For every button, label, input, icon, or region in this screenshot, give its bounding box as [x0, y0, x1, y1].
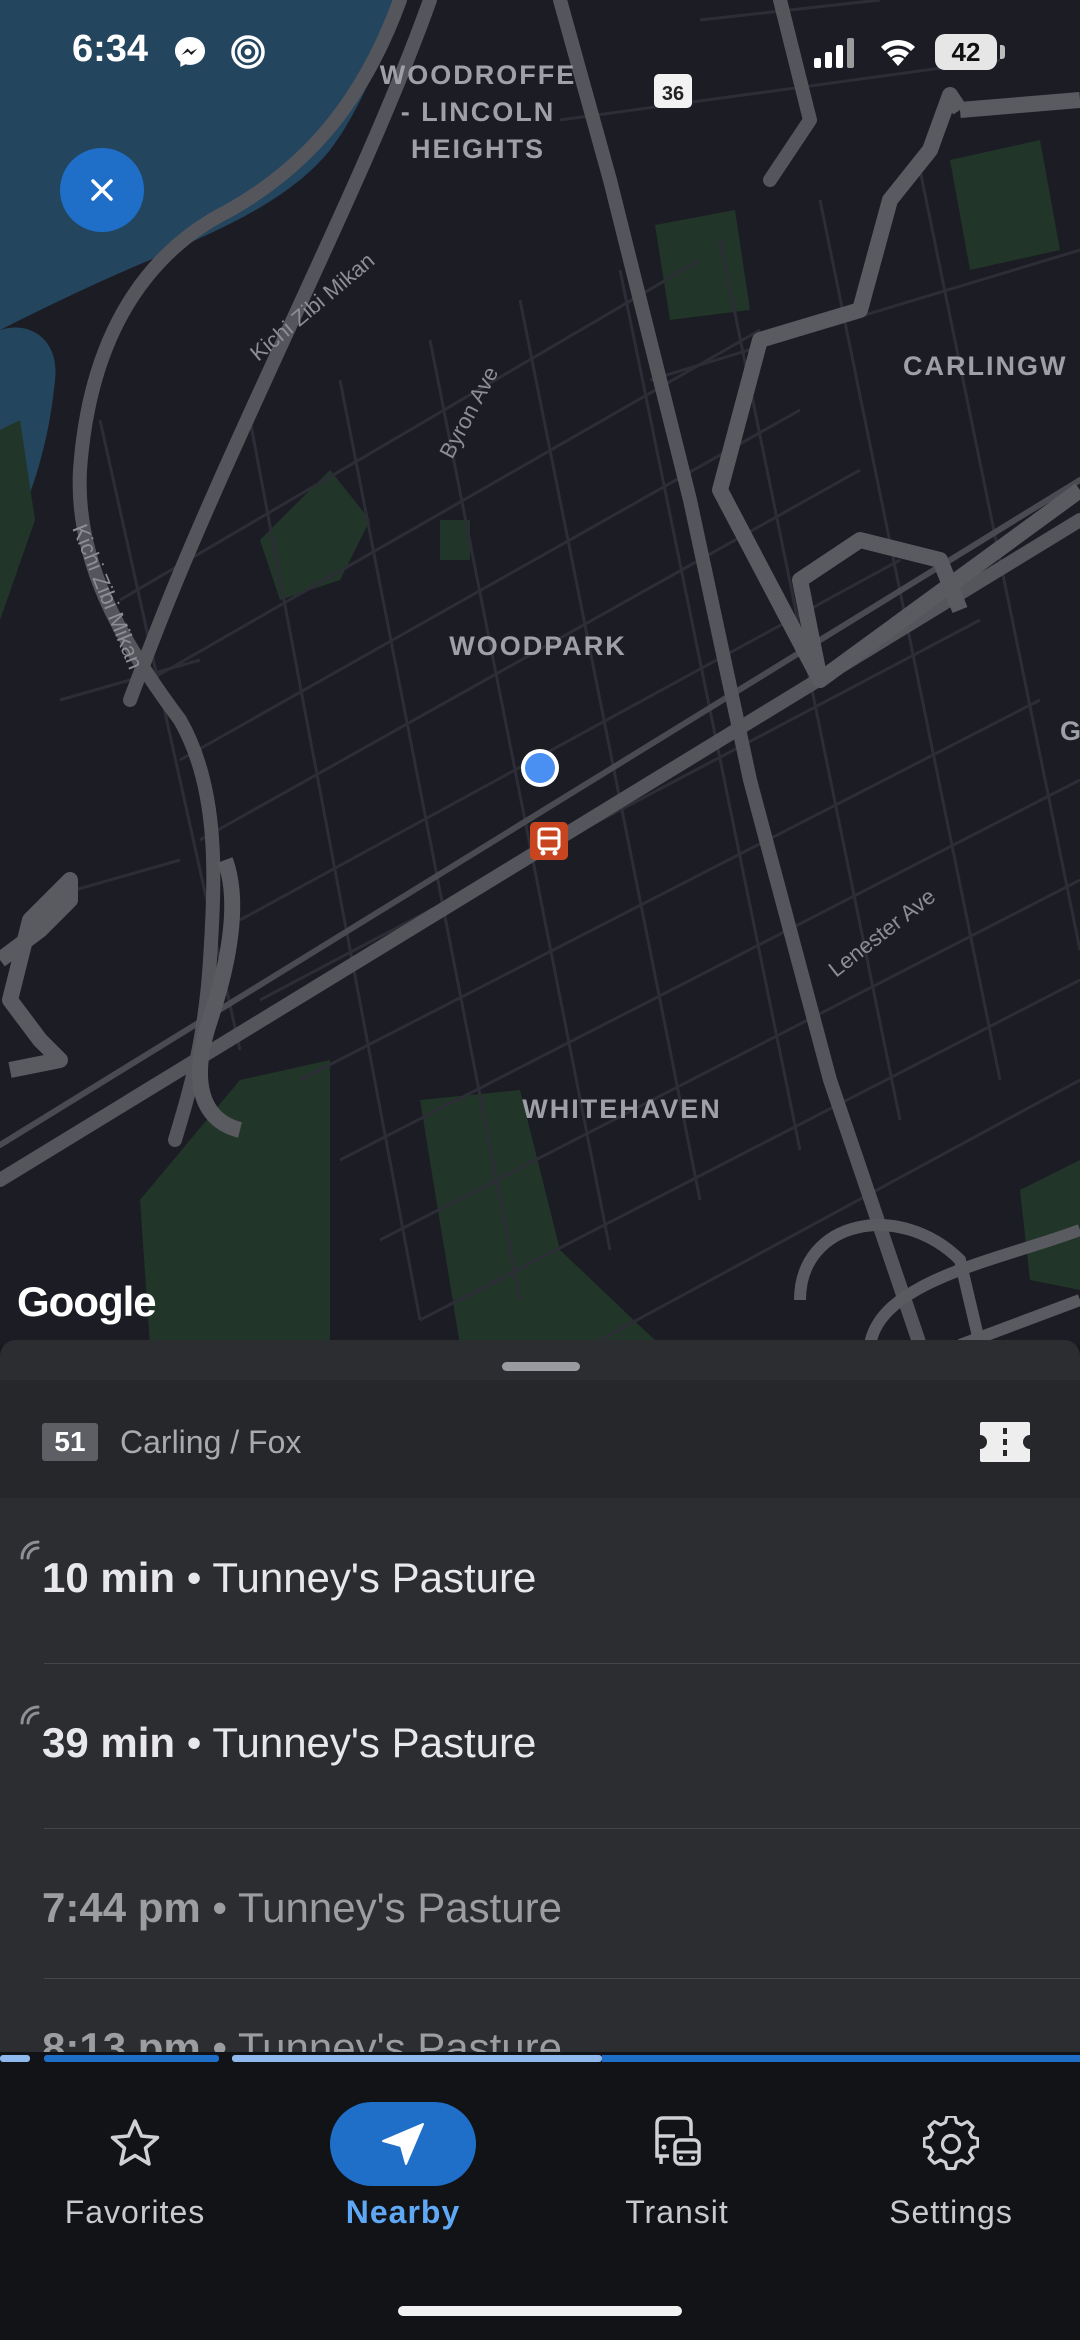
departure-row[interactable]: 7:44 pm • Tunney's Pasture [0, 1828, 1080, 1979]
departure-destination: Tunney's Pasture [212, 1554, 537, 1601]
departure-destination: Tunney's Pasture [212, 1719, 537, 1766]
star-icon [110, 2119, 160, 2166]
realtime-icon [20, 1540, 40, 1560]
navigation-arrow-icon [382, 2123, 424, 2165]
google-attribution: Google [17, 1278, 157, 1325]
messenger-icon [175, 37, 205, 67]
realtime-icon [20, 1705, 40, 1725]
departure-separator: • [186, 1719, 202, 1766]
departure-row[interactable]: 39 min • Tunney's Pasture [0, 1663, 1080, 1829]
tab-label: Favorites [64, 2194, 206, 2230]
map-label-woodpark: WOODPARK [449, 631, 627, 661]
park-area [950, 140, 1060, 270]
map-label-whitehaven: WHITEHAVEN [522, 1094, 722, 1124]
departure-time: 7:44 pm [42, 1884, 201, 1931]
sheet-drag-handle[interactable] [502, 1362, 580, 1371]
departure-separator: • [212, 1884, 228, 1931]
park-area [655, 210, 750, 320]
departure-separator: • [186, 1554, 202, 1601]
threads-icon [231, 35, 265, 69]
departure-row[interactable]: 10 min • Tunney's Pasture [0, 1498, 1080, 1664]
tab-nearby[interactable]: Nearby [268, 2066, 538, 2256]
tab-label: Transit [625, 2194, 729, 2230]
map-label-carlingwood: CARLINGW [903, 351, 1067, 381]
map-label-heights: HEIGHTS [411, 134, 545, 164]
bottom-tab-bar: Favorites Nearby Transit Settings [0, 2066, 1080, 2340]
stop-bottom-sheet: 51 Carling / Fox 10 min • Tunney's Pastu… [0, 1340, 1080, 2060]
tab-transit[interactable]: Transit [542, 2066, 812, 2256]
map-label-g: G [1060, 716, 1080, 746]
signal-icon [814, 38, 854, 68]
gear-icon [923, 2116, 979, 2171]
wifi-icon [881, 39, 915, 66]
bus-stop-marker-icon[interactable] [530, 822, 568, 860]
ticket-icon[interactable] [978, 1420, 1032, 1464]
departure-text: 10 min • Tunney's Pasture [42, 1548, 536, 1608]
departure-row[interactable]: 8:13 pm • Tunney's Pasture [0, 1978, 1080, 2060]
stop-name: Carling / Fox [120, 1424, 302, 1460]
departure-time: 39 min [42, 1719, 176, 1766]
departure-time: 10 min [42, 1554, 176, 1601]
status-time: 6:34 [72, 28, 149, 70]
status-bar: 6:34 42 [0, 0, 1080, 110]
departure-destination: Tunney's Pasture [238, 1884, 563, 1931]
departure-text: 39 min • Tunney's Pasture [42, 1713, 536, 1773]
home-indicator[interactable] [398, 2306, 682, 2316]
current-location-dot [521, 749, 559, 787]
bus-icon [655, 2116, 701, 2166]
tab-label: Settings [889, 2194, 1013, 2230]
tab-settings[interactable]: Settings [816, 2066, 1080, 2256]
departure-text: 7:44 pm • Tunney's Pasture [42, 1878, 562, 1938]
battery-level: 42 [935, 34, 997, 70]
tab-label: Nearby [345, 2194, 461, 2230]
route-badge: 51 [42, 1423, 98, 1461]
stop-header: 51 Carling / Fox [0, 1380, 1080, 1498]
loading-progress-bar [0, 2052, 1080, 2066]
close-button[interactable] [60, 148, 144, 232]
close-icon [91, 179, 113, 201]
battery-tip [1000, 45, 1005, 59]
tab-favorites[interactable]: Favorites [0, 2066, 270, 2256]
departures-list: 10 min • Tunney's Pasture 39 min • Tunne… [0, 1498, 1080, 2060]
map-view[interactable]: WOODROFFE - LINCOLN HEIGHTS WOODPARK WHI… [0, 0, 1080, 1345]
